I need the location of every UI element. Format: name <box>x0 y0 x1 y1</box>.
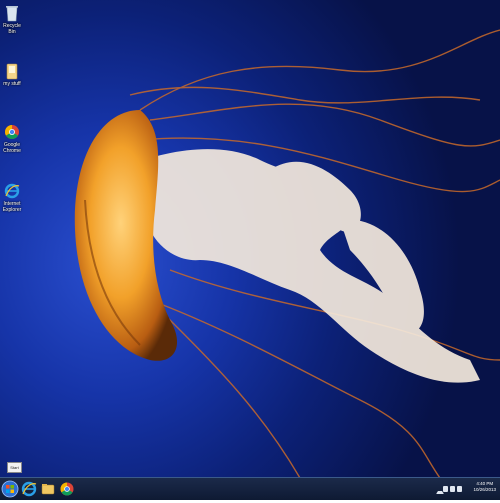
chrome-icon[interactable] <box>58 480 76 498</box>
start-orb-icon[interactable] <box>1 480 19 498</box>
wallpaper-jellyfish <box>74 29 500 478</box>
desktop[interactable]: Recycle Bin my stuff Google Chrome Inter… <box>0 0 500 478</box>
system-tray: 4:40 PM 10/26/2013 <box>430 478 500 500</box>
ie-glyph <box>4 182 20 200</box>
recycle-bin-glyph <box>4 4 20 22</box>
volume-icon[interactable] <box>457 486 462 492</box>
taskbar[interactable]: 4:40 PM 10/26/2013 <box>0 477 500 500</box>
flag-icon[interactable] <box>443 486 448 492</box>
clock-date: 10/26/2013 <box>473 487 496 492</box>
ie-icon[interactable]: Internet Explorer <box>1 182 23 213</box>
start-tooltip: Start <box>7 462 22 473</box>
folder-icon[interactable]: my stuff <box>1 62 23 87</box>
network-icon[interactable] <box>450 486 455 492</box>
desktop-icon-label: Google Chrome <box>3 142 21 154</box>
ie-icon[interactable] <box>20 480 38 498</box>
chrome-glyph <box>4 123 20 141</box>
desktop-icon-label: Recycle Bin <box>3 23 21 35</box>
explorer-folder-icon[interactable] <box>39 480 57 498</box>
recycle-bin-icon[interactable]: Recycle Bin <box>1 4 23 35</box>
clock[interactable]: 4:40 PM 10/26/2013 <box>473 481 496 493</box>
desktop-icon-label: Internet Explorer <box>2 201 22 213</box>
chrome-icon[interactable]: Google Chrome <box>1 123 23 154</box>
folder-glyph <box>4 62 20 80</box>
desktop-icon-label: my stuff <box>3 81 21 87</box>
